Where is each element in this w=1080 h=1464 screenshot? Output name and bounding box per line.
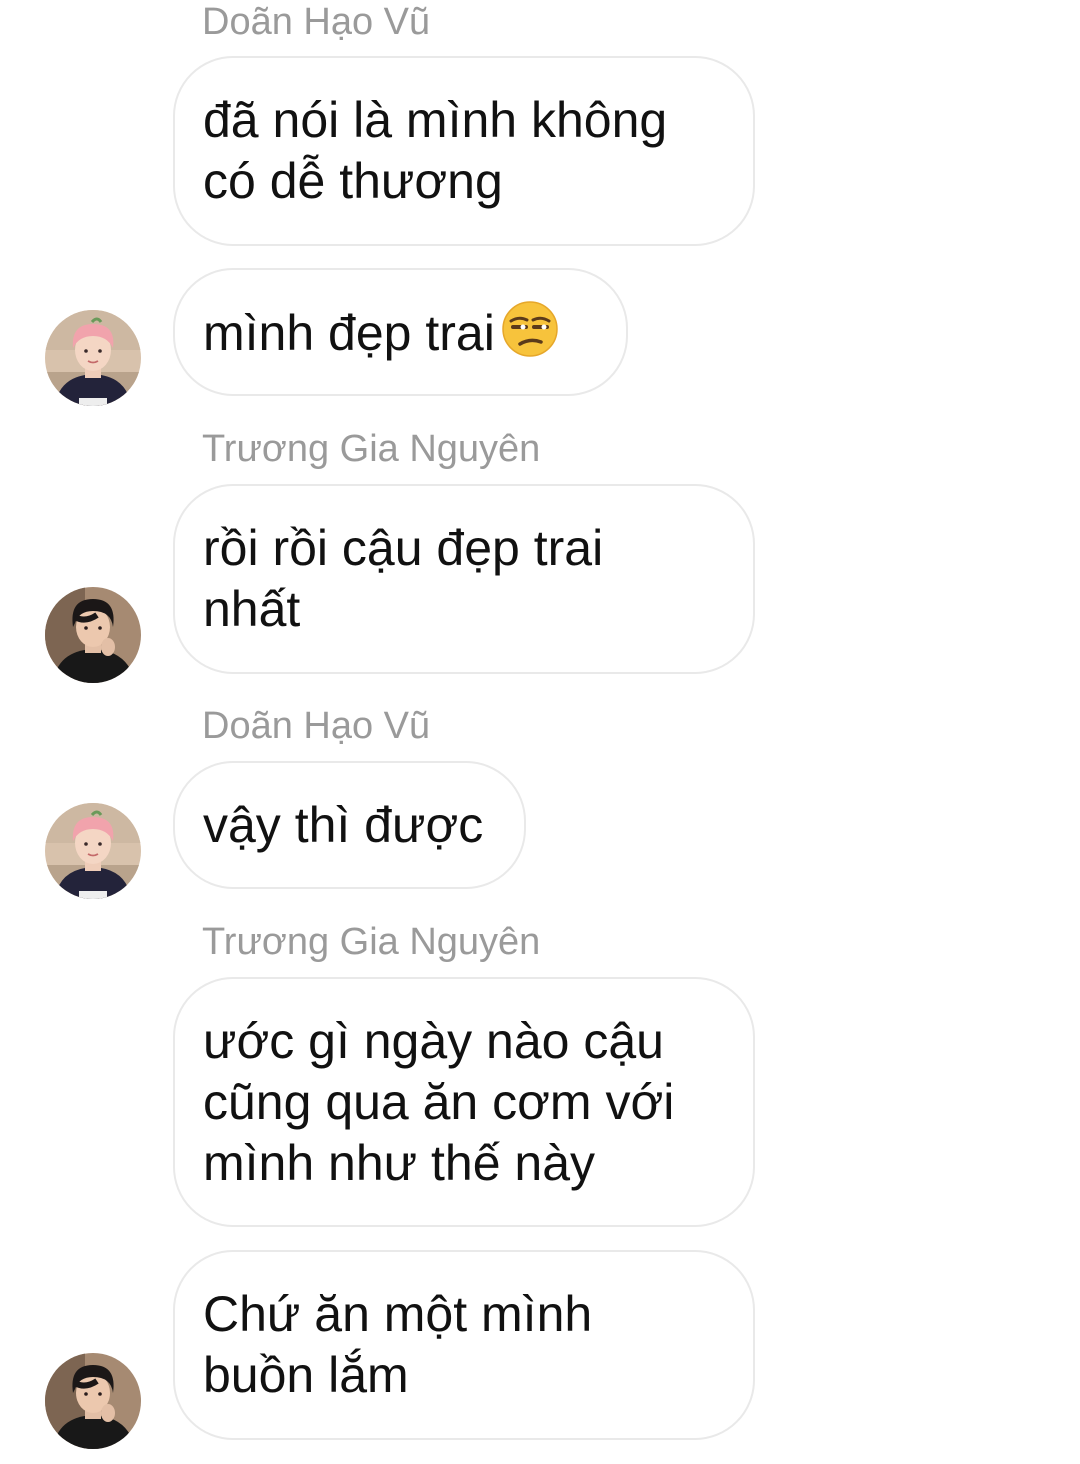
message-text: mình đẹp trai	[203, 300, 559, 364]
message-bubble[interactable]: vậy thì được	[173, 761, 526, 889]
message-text-content: mình đẹp trai	[203, 305, 495, 361]
pink-hair-person-avatar-icon	[45, 310, 141, 406]
dark-hair-person-avatar-icon	[45, 587, 141, 683]
avatar[interactable]	[45, 587, 141, 683]
message-bubble[interactable]: đã nói là mình không có dễ thương	[173, 56, 755, 246]
message-text: Chứ ăn một mình buồn lắm	[203, 1286, 593, 1403]
avatar[interactable]	[45, 803, 141, 899]
sender-name: Trương Gia Nguyên	[202, 428, 541, 470]
sender-name: Trương Gia Nguyên	[202, 921, 541, 963]
sender-name: Doãn Hạo Vũ	[202, 1, 431, 43]
message-bubble[interactable]: rồi rồi cậu đẹp trai nhất	[173, 484, 755, 674]
message-text: đã nói là mình không có dễ thương	[203, 92, 668, 209]
message-bubble[interactable]: Chứ ăn một mình buồn lắm	[173, 1250, 755, 1440]
unamused-face-emoji-icon	[501, 300, 559, 358]
message-text: rồi rồi cậu đẹp trai nhất	[203, 520, 604, 637]
dark-hair-person-avatar-icon	[45, 1353, 141, 1449]
message-bubble[interactable]: ước gì ngày nào cậu cũng qua ăn cơm với …	[173, 977, 755, 1227]
sender-name: Doãn Hạo Vũ	[202, 705, 431, 747]
message-text: ước gì ngày nào cậu cũng qua ăn cơm với …	[203, 1012, 675, 1191]
message-bubble[interactable]: mình đẹp trai	[173, 268, 628, 396]
avatar[interactable]	[45, 1353, 141, 1449]
message-text: vậy thì được	[203, 796, 484, 853]
pink-hair-person-avatar-icon	[45, 803, 141, 899]
avatar[interactable]	[45, 310, 141, 406]
